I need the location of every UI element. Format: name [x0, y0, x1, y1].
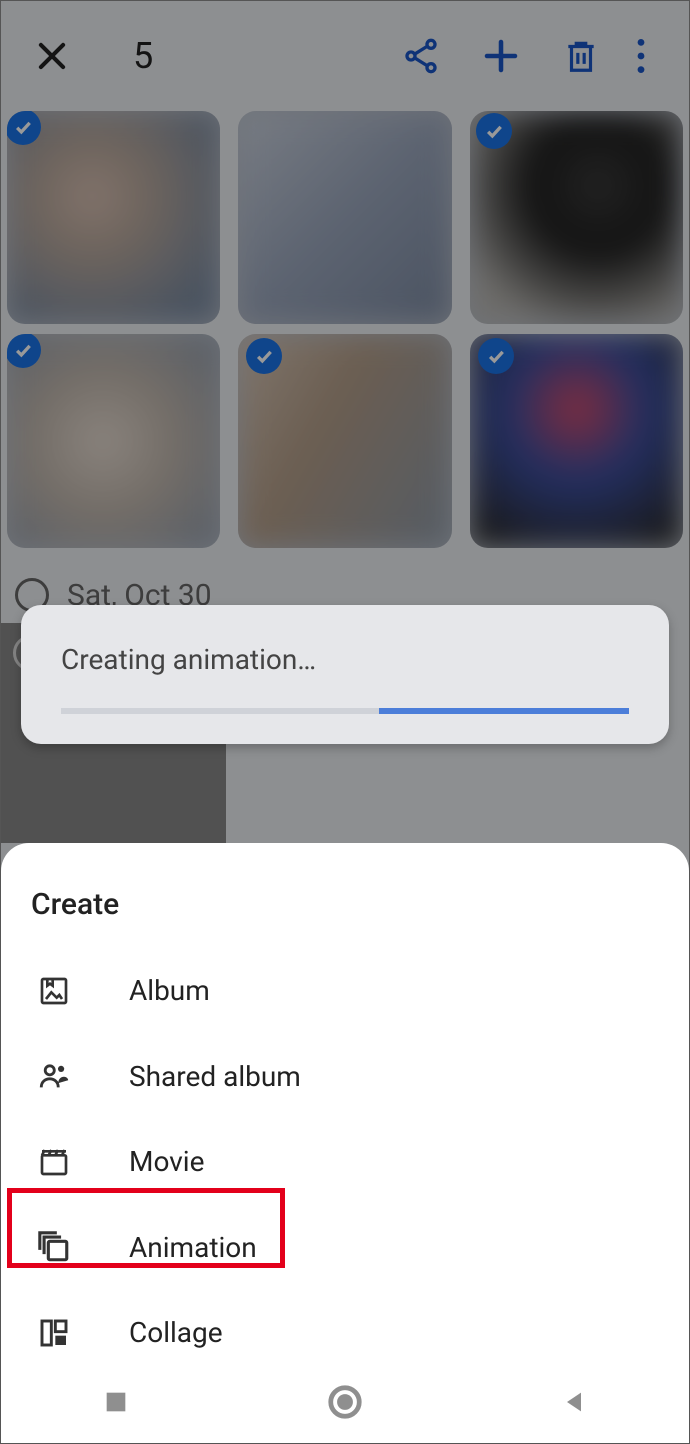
- sheet-item-shared-album[interactable]: Shared album: [1, 1033, 689, 1119]
- progress-toast: Creating animation…: [21, 605, 669, 744]
- sheet-item-label: Animation: [129, 1231, 257, 1264]
- sheet-item-album[interactable]: Album: [1, 948, 689, 1033]
- progress-bar: [61, 708, 629, 714]
- animation-icon: [37, 1230, 71, 1264]
- create-bottom-sheet: Create Album Shared album Movie Animatio…: [1, 843, 689, 1443]
- system-navbar: [1, 1361, 689, 1443]
- sheet-item-animation[interactable]: Animation: [1, 1204, 689, 1290]
- sheet-item-label: Collage: [129, 1316, 223, 1349]
- nav-back-button[interactable]: [514, 1388, 634, 1416]
- album-icon: [37, 975, 71, 1007]
- sheet-title: Create: [1, 887, 689, 948]
- triangle-left-icon: [560, 1388, 588, 1416]
- collage-icon: [37, 1317, 71, 1349]
- sheet-item-label: Shared album: [129, 1060, 301, 1093]
- sheet-item-label: Album: [129, 974, 210, 1007]
- shared-album-icon: [37, 1059, 71, 1093]
- circle-icon: [326, 1383, 364, 1421]
- progress-bar-fill: [379, 708, 629, 714]
- nav-home-button[interactable]: [285, 1383, 405, 1421]
- movie-icon: [37, 1146, 71, 1178]
- toast-message: Creating animation…: [61, 643, 629, 676]
- sheet-item-label: Movie: [129, 1145, 204, 1178]
- sheet-item-movie[interactable]: Movie: [1, 1119, 689, 1204]
- square-icon: [102, 1388, 130, 1416]
- nav-recent-button[interactable]: [56, 1388, 176, 1416]
